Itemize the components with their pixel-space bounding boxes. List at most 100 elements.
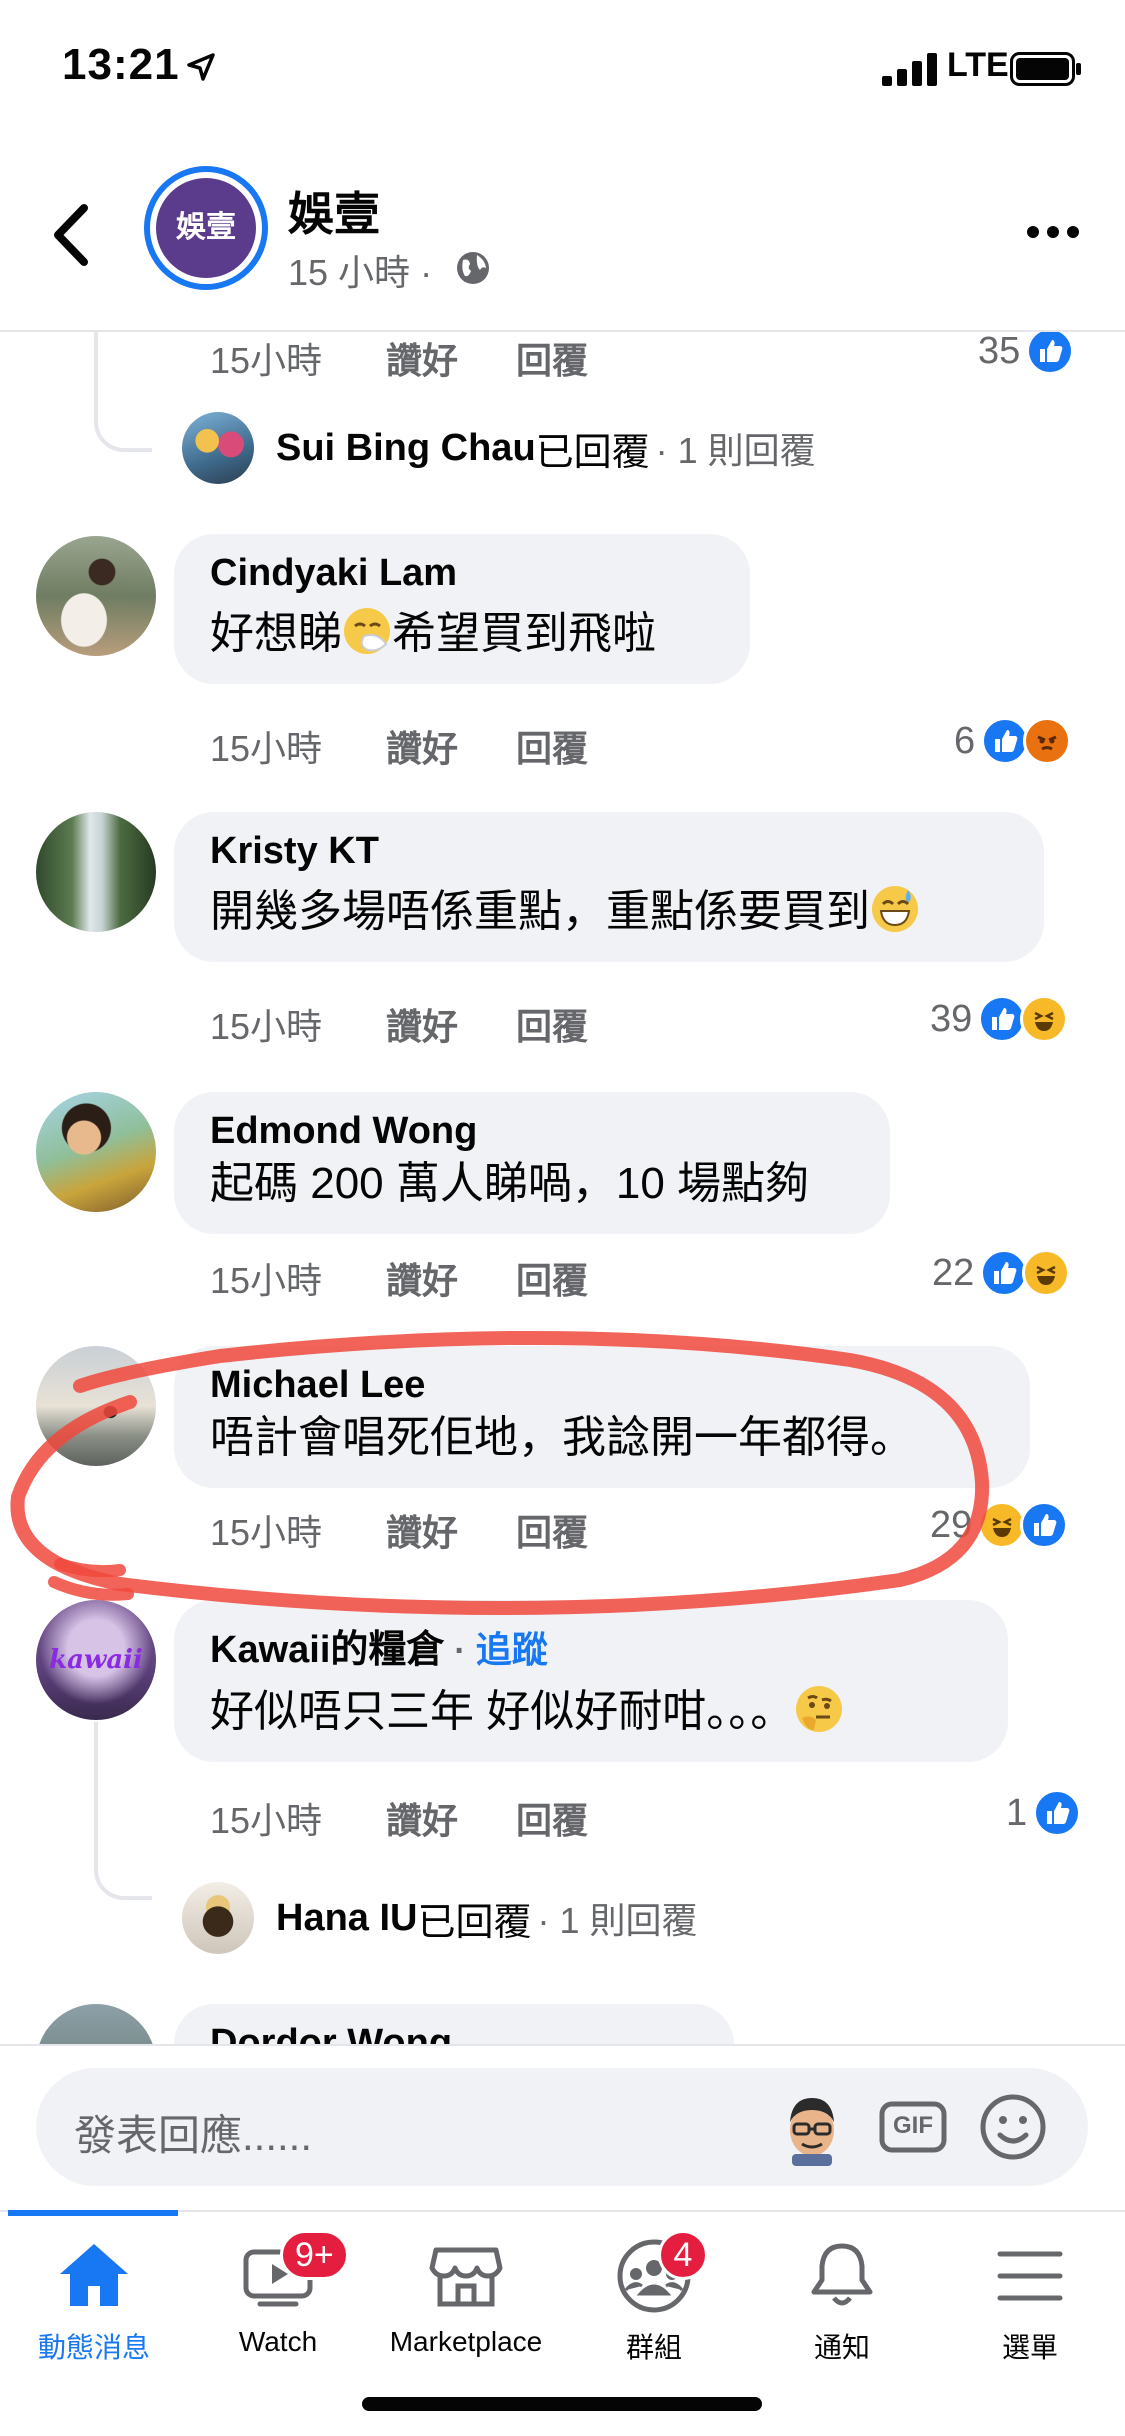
reaction-summary[interactable]: 6: [954, 716, 1072, 766]
reply-label: 已回覆: [535, 431, 650, 474]
tab-label: 動態消息: [37, 2332, 150, 2363]
replies-summary[interactable]: Sui Bing Chau 已回覆 · 1 則回覆: [182, 412, 816, 484]
follow-button[interactable]: 追蹤: [476, 1629, 548, 1670]
reply-avatar: [182, 1882, 254, 1954]
gif-button[interactable]: GIF: [876, 2090, 950, 2164]
thread-line: [94, 1722, 98, 1860]
page-avatar-logo: 娛壹: [156, 178, 256, 278]
thread-connector: [94, 1860, 152, 1900]
comment-author[interactable]: Edmond Wong: [210, 1110, 854, 1153]
comment-time: 15小時: [210, 728, 323, 769]
tab-news-feed[interactable]: 動態消息: [0, 2236, 188, 2376]
reply-avatar: [182, 412, 254, 484]
thread-connector: [94, 412, 152, 452]
comment-text: 唔計會唱死佢地，我諗開一年都得。: [210, 1413, 914, 1462]
reply-count: · 1 則回覆: [537, 1900, 698, 1941]
commenter-avatar[interactable]: [36, 1346, 156, 1466]
page-avatar[interactable]: 娛壹: [144, 166, 268, 290]
reply-button[interactable]: 回覆: [516, 1792, 588, 1844]
thinking-face-emoji-icon: [796, 1686, 843, 1732]
reaction-count: 1: [1006, 1791, 1028, 1834]
reply-button[interactable]: 回覆: [516, 998, 588, 1050]
commenter-avatar[interactable]: [36, 812, 156, 932]
reply-button[interactable]: 回覆: [516, 720, 588, 772]
tab-menu[interactable]: 選單: [936, 2236, 1124, 2376]
comment-bubble[interactable]: Edmond Wong 起碼 200 萬人睇喎，10 場點夠: [174, 1092, 890, 1235]
comment-author[interactable]: Kristy KT: [210, 830, 1008, 873]
haha-reaction-icon: [978, 1501, 1027, 1549]
comment-meta: 15小時 讚好 回覆: [210, 1792, 588, 1844]
reply-button[interactable]: 回覆: [516, 1504, 588, 1556]
comment-bubble[interactable]: Kawaii的糧倉 · 追蹤 好似唔只三年 好似好耐咁。。。: [174, 1600, 1008, 1763]
like-button[interactable]: 讚好: [386, 1792, 516, 1844]
reaction-summary[interactable]: 29: [930, 1500, 1069, 1550]
comment-meta: 15小時 讚好 回覆: [210, 332, 588, 384]
comment-time: 15小時: [210, 1006, 323, 1047]
author-separator: ·: [454, 1632, 466, 1670]
tab-notifications[interactable]: 通知: [748, 2236, 936, 2376]
reaction-summary[interactable]: 1: [1006, 1788, 1082, 1838]
angry-reaction-icon: [1023, 717, 1072, 765]
like-reaction-icon: [1033, 1789, 1082, 1837]
comment-bubble[interactable]: Cindyaki Lam 好想睇 希望買到飛啦: [174, 534, 750, 685]
battery-icon: [1010, 52, 1081, 86]
post-time: 15 小時 ·: [288, 244, 432, 296]
watch-badge: 9+: [280, 2230, 349, 2280]
like-button[interactable]: 讚好: [386, 998, 516, 1050]
like-button[interactable]: 讚好: [386, 332, 516, 384]
home-icon: [60, 2244, 128, 2306]
tab-label: Watch: [238, 2326, 318, 2357]
tab-groups[interactable]: 群組 4: [560, 2230, 748, 2376]
grinning-sweat-emoji-icon: [872, 886, 918, 932]
comment-list[interactable]: 15小時 讚好 回覆 35 Sui Bing Chau 已回覆 · 1 則回覆 Ci…: [0, 332, 1125, 2044]
like-button[interactable]: 讚好: [386, 1504, 516, 1556]
post-time-text: 15 小時: [288, 252, 411, 293]
reaction-count: 39: [930, 997, 973, 1040]
reply-button[interactable]: 回覆: [516, 332, 588, 384]
commenter-avatar[interactable]: [36, 536, 156, 656]
avatar-sticker-icon[interactable]: [772, 2086, 852, 2166]
like-button[interactable]: 讚好: [386, 720, 516, 772]
commenter-avatar[interactable]: kawaii: [36, 1600, 156, 1720]
comment-text-part: 好似唔只三年 好似好耐咁。。。: [210, 1687, 795, 1736]
comment-text-part: 好想睇: [210, 609, 342, 658]
comment-text: 好想睇 希望買到飛啦: [210, 605, 714, 662]
tab-marketplace[interactable]: Marketplace: [372, 2236, 560, 2376]
comment-author[interactable]: Kawaii的糧倉: [210, 1629, 444, 1671]
commenter-avatar[interactable]: [36, 2004, 156, 2044]
tab-watch[interactable]: Watch 9+: [184, 2230, 372, 2376]
reaction-summary[interactable]: 39: [930, 994, 1069, 1044]
comment-author[interactable]: Michael Lee: [210, 1364, 994, 1407]
facebook-comments-screen: 13:21 LTE 娛壹 娛壹 15 小時 · 15小時 讚好 回覆 35 Su…: [0, 0, 1125, 2436]
comment-bubble[interactable]: Michael Lee 唔計會唱死佢地，我諗開一年都得。: [174, 1346, 1030, 1489]
like-reaction-icon: [1026, 332, 1075, 375]
more-options-icon[interactable]: [1025, 222, 1081, 242]
page-name[interactable]: 娛壹: [288, 178, 380, 244]
like-button[interactable]: 讚好: [386, 1252, 516, 1304]
reply-author: Sui Bing Chau: [276, 426, 536, 469]
reaction-count: 29: [930, 1503, 973, 1546]
back-arrow-icon[interactable]: [48, 200, 94, 270]
comment-author[interactable]: Dordor Wong: [210, 2022, 698, 2044]
reaction-count: 35: [978, 332, 1021, 372]
emoji-picker-icon[interactable]: [976, 2090, 1050, 2164]
menu-icon: [997, 2251, 1063, 2301]
reaction-summary[interactable]: 35: [978, 332, 1075, 376]
commenter-avatar[interactable]: [36, 1092, 156, 1212]
comment-bubble[interactable]: Dordor Wong: [174, 2004, 734, 2044]
comment-input[interactable]: 發表回應...... GIF: [36, 2068, 1088, 2186]
replies-summary[interactable]: Hana IU 已回覆 · 1 則回覆: [182, 1882, 698, 1954]
groups-badge: 4: [658, 2230, 708, 2280]
comment-text: 好似唔只三年 好似好耐咁。。。: [210, 1683, 972, 1740]
comment-text: 開幾多場唔係重點，重點係要買到: [210, 883, 1008, 940]
comment-time: 15小時: [210, 340, 323, 381]
like-reaction-icon: [980, 1249, 1029, 1297]
globe-icon: [457, 252, 489, 284]
comment-time: 15小時: [210, 1260, 323, 1301]
comment-bubble[interactable]: Kristy KT 開幾多場唔係重點，重點係要買到: [174, 812, 1044, 963]
tab-label: 通知: [813, 2332, 870, 2363]
reaction-summary[interactable]: 22: [932, 1248, 1071, 1298]
comment-author[interactable]: Cindyaki Lam: [210, 552, 714, 595]
comment-meta: 15小時 讚好 回覆: [210, 720, 588, 772]
reply-button[interactable]: 回覆: [516, 1252, 588, 1304]
